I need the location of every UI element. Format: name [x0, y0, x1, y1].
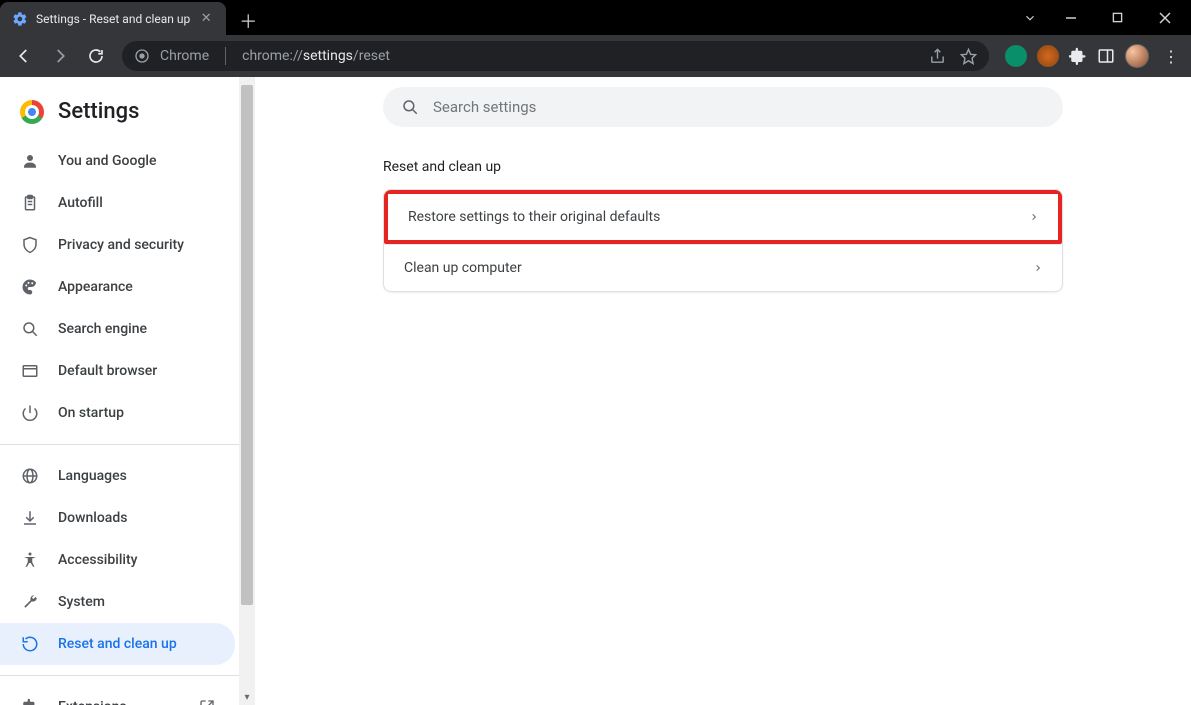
sidebar-scrollbar[interactable]: ▾	[239, 77, 255, 705]
card-row-label: Clean up computer	[404, 260, 522, 276]
chevron-right-icon	[1030, 211, 1038, 223]
sidebar-item-label: On startup	[58, 405, 124, 421]
sidebar-item-label: Appearance	[58, 279, 133, 295]
card-row-label: Restore settings to their original defau…	[408, 209, 660, 225]
sidebar-item-languages[interactable]: Languages	[0, 455, 235, 497]
minimize-button[interactable]	[1048, 3, 1093, 33]
tab-strip: Settings - Reset and clean up ✕ ＋	[0, 0, 262, 35]
maximize-button[interactable]	[1095, 3, 1140, 33]
person-icon	[20, 151, 40, 171]
side-panel-icon[interactable]	[1097, 47, 1115, 65]
sidebar-item-label: Default browser	[58, 363, 157, 379]
forward-button[interactable]	[44, 40, 76, 72]
bookmark-star-icon[interactable]	[960, 48, 977, 65]
tab-title: Settings - Reset and clean up	[36, 12, 190, 26]
settings-main: Reset and clean up Restore settings to t…	[255, 77, 1191, 705]
search-icon	[20, 319, 40, 339]
power-icon	[20, 403, 40, 423]
close-tab-icon[interactable]: ✕	[198, 11, 214, 26]
sidebar-item-label: You and Google	[58, 153, 156, 169]
extension-grammarly-icon[interactable]	[1005, 45, 1027, 67]
open-external-icon	[199, 699, 215, 705]
browser-tab-active[interactable]: Settings - Reset and clean up ✕	[0, 2, 226, 35]
close-window-button[interactable]	[1142, 3, 1187, 33]
app-title-row: Settings	[0, 89, 255, 140]
restore-defaults-row[interactable]: Restore settings to their original defau…	[384, 190, 1062, 244]
sidebar-item-label: Extensions	[58, 699, 127, 705]
app-title: Settings	[58, 99, 139, 124]
reload-button[interactable]	[80, 40, 112, 72]
sidebar-item-appearance[interactable]: Appearance	[0, 266, 235, 308]
address-bar[interactable]: Chrome chrome://settings/reset	[122, 41, 989, 71]
chevron-down-icon[interactable]	[1012, 11, 1048, 25]
sidebar-item-label: Languages	[58, 468, 127, 484]
sidebar-item-label: Reset and clean up	[58, 636, 177, 652]
url-host: settings	[303, 48, 353, 64]
extensions-puzzle-icon[interactable]	[1069, 47, 1087, 65]
omnibox-chrome-label: Chrome	[160, 48, 209, 64]
settings-sidebar: Settings You and Google Autofill Privacy a…	[0, 77, 255, 705]
sidebar-item-label: Privacy and security	[58, 237, 184, 253]
sidebar-item-label: Search engine	[58, 321, 147, 337]
back-button[interactable]	[8, 40, 40, 72]
sidebar-item-label: Accessibility	[58, 552, 137, 568]
new-tab-button[interactable]: ＋	[234, 7, 262, 35]
sidebar-item-search-engine[interactable]: Search engine	[0, 308, 235, 350]
sidebar-group-basic: You and Google Autofill Privacy and securi…	[0, 140, 255, 434]
globe-icon	[20, 466, 40, 486]
chrome-logo-icon	[20, 100, 44, 124]
sidebar-item-on-startup[interactable]: On startup	[0, 392, 235, 434]
reset-cleanup-card: Restore settings to their original defau…	[383, 189, 1063, 292]
sidebar-divider	[0, 444, 239, 445]
clipboard-icon	[20, 193, 40, 213]
search-input[interactable]	[433, 98, 1045, 116]
sidebar-item-privacy-and-security[interactable]: Privacy and security	[0, 224, 235, 266]
omnibox-url: chrome://settings/reset	[242, 48, 390, 64]
sidebar-item-reset-and-clean-up[interactable]: Reset and clean up	[0, 623, 235, 665]
puzzle-icon	[20, 697, 40, 705]
divider	[225, 47, 226, 65]
restore-icon	[20, 634, 40, 654]
site-info-icon[interactable]	[134, 48, 150, 64]
sidebar-item-default-browser[interactable]: Default browser	[0, 350, 235, 392]
scroll-down-arrow[interactable]: ▾	[239, 689, 255, 705]
sidebar-item-system[interactable]: System	[0, 581, 235, 623]
sidebar-item-label: Downloads	[58, 510, 127, 526]
wrench-icon	[20, 592, 40, 612]
gear-icon	[12, 11, 28, 27]
section-title: Reset and clean up	[383, 159, 1063, 175]
profile-avatar[interactable]	[1125, 44, 1149, 68]
sidebar-item-autofill[interactable]: Autofill	[0, 182, 235, 224]
chevron-right-icon	[1034, 262, 1042, 274]
scrollbar-thumb[interactable]	[241, 85, 253, 605]
browser-icon	[20, 361, 40, 381]
clean-up-computer-row[interactable]: Clean up computer	[384, 244, 1062, 291]
sidebar-item-accessibility[interactable]: Accessibility	[0, 539, 235, 581]
url-prefix: chrome://	[242, 48, 303, 64]
shield-icon	[20, 235, 40, 255]
search-icon	[401, 98, 419, 116]
extension-icons: ⋮	[999, 44, 1183, 68]
sidebar-item-extensions[interactable]: Extensions	[0, 686, 235, 705]
sidebar-item-downloads[interactable]: Downloads	[0, 497, 235, 539]
chrome-menu-button[interactable]: ⋮	[1159, 47, 1183, 66]
sidebar-item-label: Autofill	[58, 195, 103, 211]
sidebar-item-you-and-google[interactable]: You and Google	[0, 140, 235, 182]
palette-icon	[20, 277, 40, 297]
sidebar-item-label: System	[58, 594, 105, 610]
url-path: /reset	[353, 48, 390, 64]
settings-search[interactable]	[383, 87, 1063, 127]
sidebar-divider	[0, 675, 239, 676]
window-titlebar: Settings - Reset and clean up ✕ ＋	[0, 0, 1191, 35]
share-icon[interactable]	[929, 48, 946, 65]
extension-cookie-icon[interactable]	[1037, 45, 1059, 67]
download-icon	[20, 508, 40, 528]
window-controls	[1048, 3, 1191, 33]
sidebar-group-advanced: Languages Downloads Accessibility System Res…	[0, 455, 255, 665]
accessibility-icon	[20, 550, 40, 570]
settings-page: Settings You and Google Autofill Privacy a…	[0, 77, 1191, 705]
browser-toolbar: Chrome chrome://settings/reset ⋮	[0, 35, 1191, 77]
